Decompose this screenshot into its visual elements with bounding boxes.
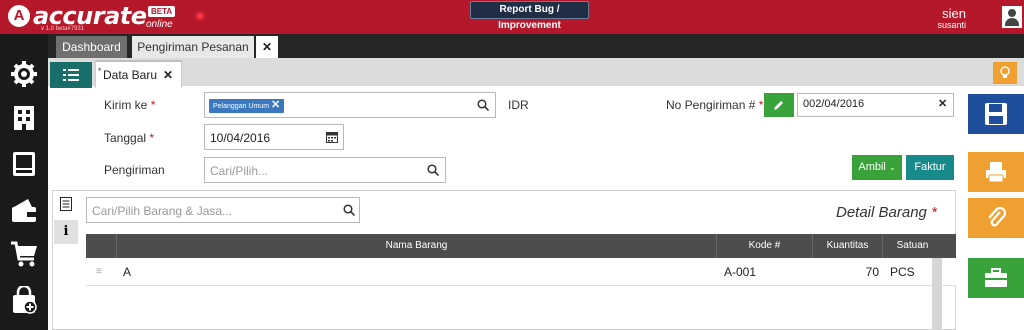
pengiriman-placeholder: Cari/Pilih... <box>210 164 269 178</box>
pencil-icon <box>774 101 783 110</box>
cart-icon[interactable] <box>10 240 38 268</box>
modified-mark: * <box>98 66 102 76</box>
user-name[interactable]: sien <box>942 6 966 21</box>
info-icon: i <box>63 224 69 239</box>
detail-title: Detail Barang * <box>836 204 937 221</box>
beta-badge: BETA <box>148 6 176 17</box>
document-list-icon <box>60 197 72 211</box>
drag-handle-icon[interactable]: ≡ <box>96 258 102 286</box>
edit-number-button[interactable] <box>764 93 794 117</box>
lightbulb-icon[interactable] <box>993 62 1017 84</box>
row-kode[interactable]: A-001 <box>724 258 756 286</box>
report-bug-button[interactable]: Report Bug / Improvement <box>470 1 589 31</box>
faktur-button[interactable]: Faktur <box>906 155 954 180</box>
gear-icon[interactable] <box>10 60 38 88</box>
tab-data-baru-label: Data Baru <box>103 68 158 82</box>
tanggal-value: 10/04/2016 <box>210 131 271 145</box>
info-tab[interactable]: i <box>54 220 78 244</box>
user-subname[interactable]: susanti <box>937 20 966 30</box>
col-satuan[interactable]: Satuan <box>882 234 942 258</box>
search-icon[interactable] <box>427 164 439 176</box>
save-button[interactable] <box>968 94 1024 134</box>
calendar-icon[interactable] <box>326 131 338 143</box>
list-view-button[interactable] <box>50 62 92 88</box>
user-avatar-icon[interactable] <box>1002 6 1022 28</box>
wallet-icon[interactable] <box>10 196 38 224</box>
app-window: A accurate BETA online v 1.0 beta#7931 R… <box>0 0 1024 330</box>
version-label: v 1.0 beta#7931 <box>41 26 85 32</box>
tanggal-input[interactable]: 10/04/2016 <box>204 124 344 150</box>
printer-icon <box>986 162 1006 183</box>
detail-list-tab[interactable] <box>54 192 78 216</box>
building-icon[interactable] <box>10 104 38 132</box>
pengiriman-input[interactable]: Cari/Pilih... <box>204 157 446 183</box>
book-icon[interactable] <box>10 150 38 178</box>
paperclip-icon <box>988 206 1007 227</box>
close-tab-icon[interactable]: ✕ <box>256 36 278 58</box>
tab-data-baru[interactable]: * Data Baru ✕ <box>95 60 182 88</box>
chevron-down-icon: ⌄ <box>888 163 896 172</box>
sub-tab-bar <box>48 58 1024 86</box>
pengiriman-label: Pengiriman <box>104 163 165 177</box>
list-icon <box>63 69 79 81</box>
briefcase-button[interactable] <box>968 258 1024 298</box>
search-icon[interactable] <box>343 204 355 216</box>
pelanggan-tag[interactable]: Pelanggan Umum ✕ <box>209 99 285 113</box>
row-satuan[interactable]: PCS <box>890 258 915 286</box>
attachment-button[interactable] <box>968 198 1024 238</box>
row-qty[interactable]: 70 <box>812 258 879 286</box>
floppy-disk-icon <box>985 103 1007 125</box>
tab-dashboard[interactable]: Dashboard <box>56 36 127 58</box>
item-search-input[interactable]: Cari/Pilih Barang & Jasa... <box>86 197 360 223</box>
no-pengiriman-label: No Pengiriman # * <box>666 98 764 112</box>
tanggal-label: Tanggal * <box>104 131 155 145</box>
row-nama[interactable]: A <box>123 258 131 286</box>
currency-label: IDR <box>508 98 529 112</box>
search-icon[interactable] <box>477 99 489 111</box>
col-kuantitas[interactable]: Kuantitas <box>812 234 882 258</box>
col-kode[interactable]: Kode # <box>716 234 812 258</box>
tab-pengiriman-pesanan[interactable]: Pengiriman Pesanan <box>132 36 254 58</box>
table-scrollbar[interactable] <box>932 258 942 330</box>
bag-plus-icon[interactable] <box>10 286 38 314</box>
item-search-placeholder: Cari/Pilih Barang & Jasa... <box>92 204 233 218</box>
kirim-ke-input[interactable]: Pelanggan Umum ✕ <box>204 92 496 118</box>
kirim-ke-label: Kirim ke * <box>104 98 156 112</box>
status-dot-icon <box>197 13 203 19</box>
no-pengiriman-value: 002/04/2016 <box>803 98 865 110</box>
col-nama-barang[interactable]: Nama Barang <box>116 234 716 258</box>
online-label: online <box>146 19 173 30</box>
clear-icon[interactable]: ✕ <box>938 97 947 110</box>
briefcase-icon <box>985 268 1007 287</box>
close-icon[interactable]: ✕ <box>163 68 173 82</box>
print-button[interactable] <box>968 152 1024 192</box>
logo-icon: A <box>8 5 30 27</box>
no-pengiriman-input[interactable]: 002/04/2016 ✕ <box>797 93 954 117</box>
ambil-button[interactable]: Ambil ⌄ <box>852 155 902 180</box>
